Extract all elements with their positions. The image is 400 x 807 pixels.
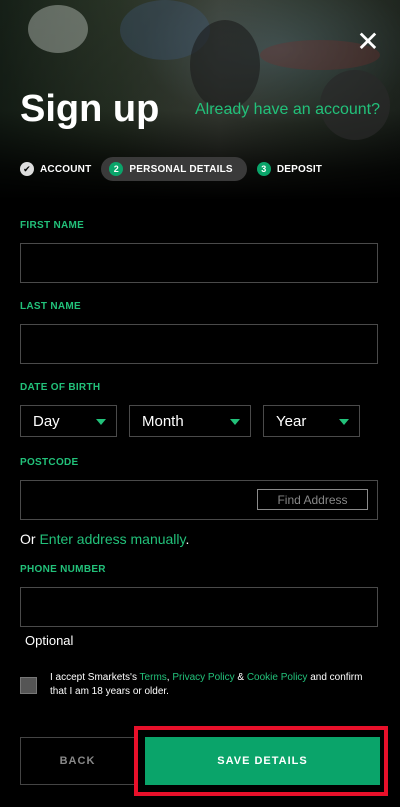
- dob-year-select[interactable]: Year: [263, 405, 360, 437]
- check-icon: ✔: [20, 162, 34, 176]
- step-label: DEPOSIT: [276, 163, 323, 175]
- chevron-down-icon: [339, 419, 349, 425]
- cookie-policy-link[interactable]: Cookie Policy: [247, 672, 308, 683]
- signin-link[interactable]: Already have an account?: [195, 101, 380, 119]
- terms-checkbox[interactable]: [20, 677, 37, 694]
- last-name-input[interactable]: [20, 324, 378, 364]
- dob-day-select[interactable]: Day: [20, 405, 117, 437]
- last-name-label: LAST NAME: [20, 301, 82, 312]
- dob-label: DATE OF BIRTH: [20, 382, 101, 393]
- privacy-policy-link[interactable]: Privacy Policy: [172, 672, 234, 683]
- postcode-label: POSTCODE: [20, 457, 79, 468]
- terms-text: I accept Smarkets's Terms, Privacy Polic…: [50, 671, 370, 699]
- terms-link[interactable]: Terms: [140, 672, 167, 683]
- phone-label: PHONE NUMBER: [20, 564, 106, 575]
- find-address-button[interactable]: Find Address: [257, 489, 368, 510]
- jockey-shape: [28, 5, 88, 53]
- manual-address-line: Or Enter address manually.: [20, 531, 189, 547]
- terms-text-part: I accept Smarkets's: [50, 672, 140, 683]
- enter-address-manually-link[interactable]: Enter address manually: [39, 531, 185, 547]
- step-personal-details: 2 PERSONAL DETAILS: [101, 157, 247, 181]
- manual-prefix: Or: [20, 531, 40, 547]
- dob-month-select[interactable]: Month: [129, 405, 251, 437]
- chevron-down-icon: [96, 419, 106, 425]
- close-icon[interactable]: ✕: [356, 28, 380, 56]
- dob-year-value: Year: [276, 412, 307, 430]
- dob-day-value: Day: [33, 412, 60, 430]
- phone-input[interactable]: [20, 587, 378, 627]
- first-name-input[interactable]: [20, 243, 378, 283]
- manual-suffix: .: [185, 531, 190, 547]
- dob-month-value: Month: [142, 412, 184, 430]
- step-label: ACCOUNT: [40, 163, 92, 175]
- back-button[interactable]: BACK: [20, 737, 135, 785]
- phone-optional-hint: Optional: [25, 633, 74, 648]
- step-number: 2: [109, 162, 124, 176]
- progress-steps: ✔ ACCOUNT 2 PERSONAL DETAILS 3 DEPOSIT: [20, 157, 332, 181]
- page-title: Sign up: [20, 88, 160, 130]
- chevron-down-icon: [230, 419, 240, 425]
- step-label: PERSONAL DETAILS: [129, 163, 233, 175]
- save-details-button[interactable]: SAVE DETAILS: [145, 737, 380, 785]
- terms-text-part: &: [234, 672, 247, 683]
- first-name-label: FIRST NAME: [20, 220, 85, 231]
- horse-shape: [190, 20, 260, 110]
- step-number: 3: [256, 162, 271, 176]
- step-deposit: 3 DEPOSIT: [256, 157, 323, 181]
- step-account: ✔ ACCOUNT: [20, 157, 91, 181]
